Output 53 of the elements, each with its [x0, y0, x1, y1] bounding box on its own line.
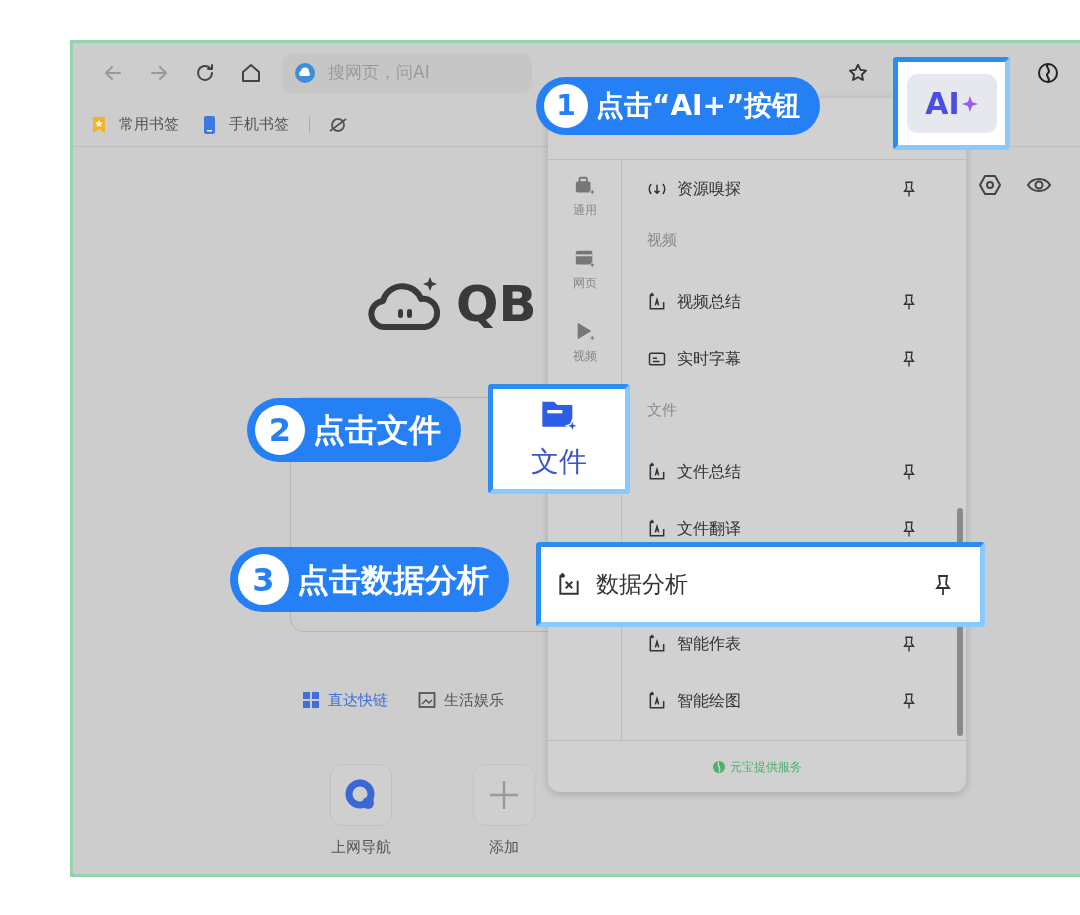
pin-icon[interactable]: [900, 179, 918, 198]
pin-icon[interactable]: [900, 691, 918, 710]
section-heading: 视频: [646, 230, 678, 251]
logo-text: QB: [456, 279, 537, 329]
menu-item[interactable]: 智能绘图: [632, 688, 966, 713]
frame-icon: [647, 518, 667, 539]
swirl-icon[interactable]: [1036, 61, 1060, 85]
webpage-icon: [573, 248, 596, 270]
hexagon-icon[interactable]: [978, 173, 1002, 197]
pin-icon[interactable]: [900, 634, 918, 653]
cloud-logo-icon: [368, 275, 440, 333]
pin-icon[interactable]: [900, 519, 918, 538]
pin-icon[interactable]: [900, 292, 918, 311]
step-number: 2: [255, 405, 305, 455]
menu-item[interactable]: 资源嗅探: [632, 176, 966, 201]
pin-icon[interactable]: [900, 349, 918, 368]
plus-icon: [488, 779, 520, 811]
bookmark-item[interactable]: 常用书签: [89, 113, 179, 136]
menu-item[interactable]: 视频总结: [632, 289, 966, 314]
frame-icon: [647, 461, 667, 482]
scrollbar[interactable]: [957, 508, 963, 736]
briefcase-icon: [573, 175, 596, 197]
menu-item[interactable]: 文件翻译: [632, 516, 966, 541]
section-heading: 文件: [646, 400, 678, 421]
step-number: 3: [238, 554, 289, 605]
menu-item[interactable]: 数据分析: [536, 542, 985, 627]
frame-icon: [647, 291, 667, 312]
star-icon[interactable]: [847, 62, 869, 84]
frame-icon: [647, 690, 667, 711]
shortcut-label: 添加: [489, 837, 519, 858]
grid-icon: [302, 691, 320, 709]
cloud-icon: [294, 62, 316, 84]
rail-item[interactable]: 文件: [488, 384, 630, 494]
shortcut-tile[interactable]: [330, 764, 392, 826]
ai-button[interactable]: AI: [906, 74, 997, 133]
menu-item[interactable]: 文件总结: [632, 459, 966, 484]
step-number: 1: [544, 84, 588, 128]
tab[interactable]: 生活娱乐: [418, 690, 504, 710]
frame-icon: [647, 633, 667, 654]
shortcut-tile[interactable]: [473, 764, 535, 826]
picture-frame-icon: [418, 691, 436, 709]
menu-item[interactable]: 实时字幕: [632, 346, 966, 371]
callout-text: 点击数据分析: [297, 559, 489, 601]
home-icon[interactable]: [239, 61, 263, 85]
pin-icon[interactable]: [900, 462, 918, 481]
sparkle-icon: [961, 95, 978, 112]
bookmark-item[interactable]: 手机书签: [199, 113, 289, 136]
service-note: 元宝提供服务: [548, 740, 966, 792]
callout-text: 点击文件: [313, 410, 441, 451]
cross-frame-icon: [556, 571, 582, 598]
shortcut-label: 上网导航: [331, 837, 391, 858]
callout-text: 点击“AI+”按钮: [596, 88, 801, 124]
menu-item[interactable]: 智能作表: [632, 631, 966, 656]
